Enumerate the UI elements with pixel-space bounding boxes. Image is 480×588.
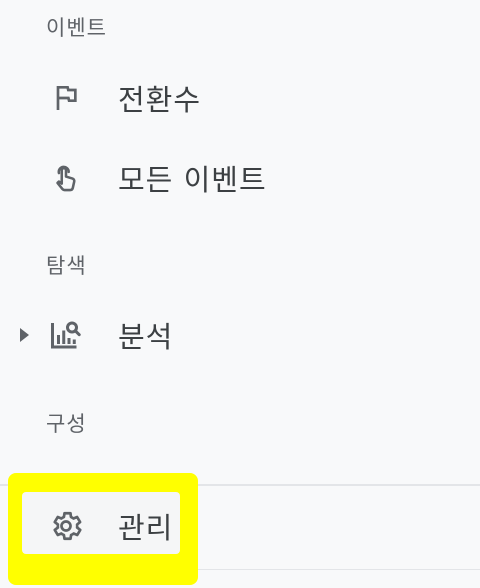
nav-item-analysis[interactable]: 분석 (0, 305, 480, 365)
expand-caret-icon[interactable] (20, 328, 29, 342)
gear-icon (48, 508, 84, 544)
section-label-configure: 구성 (46, 412, 87, 436)
flag-icon (48, 80, 84, 116)
nav-item-conversions[interactable]: 전환수 (0, 68, 480, 128)
nav-item-all-events[interactable]: 모든 이벤트 (0, 148, 480, 208)
analytics-search-icon (48, 317, 84, 353)
nav-item-label: 모든 이벤트 (118, 163, 267, 197)
nav-item-admin[interactable]: 관리 (0, 496, 480, 556)
nav-item-label: 분석 (118, 320, 174, 354)
section-label-explore: 탐색 (46, 254, 87, 278)
nav-item-label: 전환수 (118, 83, 202, 117)
bottom-divider (198, 569, 480, 570)
navigation-panel: 이벤트 전환수 모든 이벤트 탐색 분석 구성 관리 (0, 0, 480, 588)
nav-item-label: 관리 (118, 511, 174, 545)
section-label-events: 이벤트 (46, 16, 107, 40)
touch-icon (48, 160, 84, 196)
